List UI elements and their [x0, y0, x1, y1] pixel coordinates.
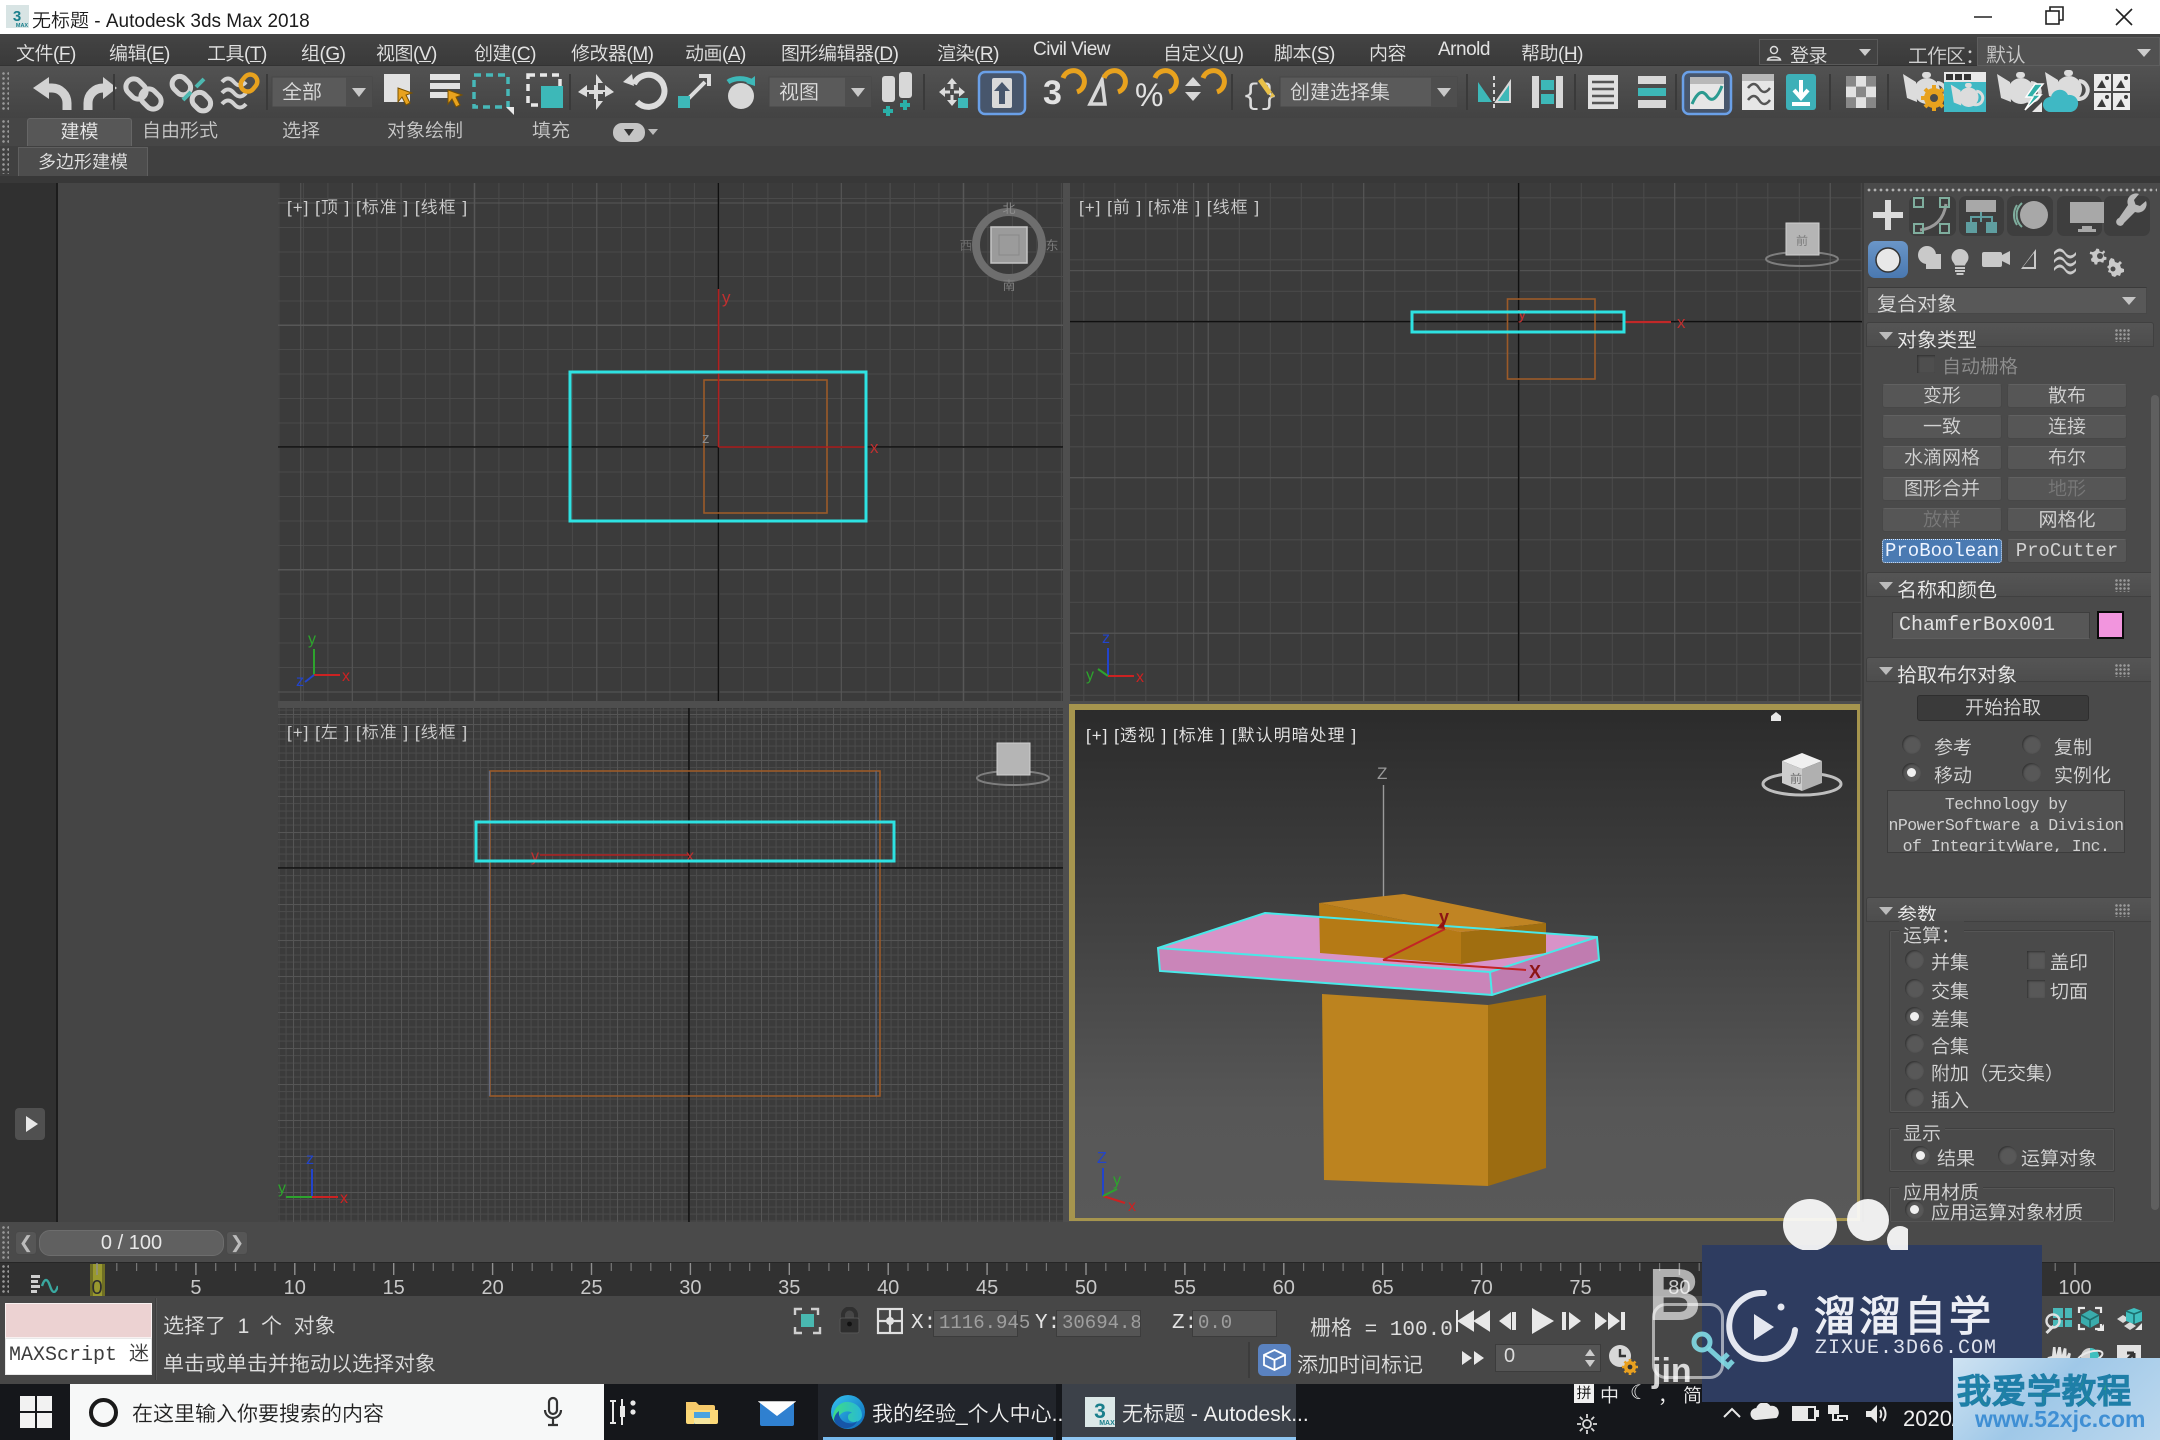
svg-text:y: y [1086, 667, 1094, 684]
svg-text:5: 5 [190, 1277, 201, 1297]
svg-text:40: 40 [877, 1277, 899, 1297]
svg-text:15: 15 [383, 1277, 405, 1297]
svg-text:25: 25 [580, 1277, 602, 1297]
svg-text:z: z [306, 1151, 314, 1168]
svg-text:65: 65 [1372, 1277, 1394, 1297]
svg-text:东: 东 [1045, 238, 1058, 253]
svg-text:x: x [1677, 313, 1686, 332]
svg-text:MAX: MAX [1099, 1420, 1115, 1427]
svg-text:南: 南 [1002, 278, 1015, 293]
svg-text:北: 北 [1002, 201, 1015, 216]
svg-text:x: x [342, 668, 350, 685]
svg-text:z: z [702, 430, 710, 447]
svg-text:{}: {} [1242, 80, 1278, 114]
svg-text:y: y [722, 288, 731, 307]
svg-text:3: 3 [1043, 74, 1062, 112]
svg-text:x: x [870, 438, 879, 457]
svg-text:X: X [1529, 962, 1541, 982]
svg-text:MAX: MAX [16, 23, 29, 28]
svg-text:60: 60 [1273, 1277, 1295, 1297]
svg-text:x: x [340, 1190, 348, 1207]
svg-text:y: y [1113, 1172, 1121, 1189]
svg-text:30: 30 [679, 1277, 701, 1297]
svg-text:Z: Z [1097, 1150, 1107, 1167]
svg-text:x: x [1136, 669, 1144, 686]
svg-text:z: z [296, 673, 304, 690]
svg-text:x: x [1128, 1198, 1136, 1215]
svg-text:100: 100 [2058, 1277, 2091, 1297]
svg-text:35: 35 [778, 1277, 800, 1297]
svg-text:y: y [1439, 907, 1449, 927]
svg-text:45: 45 [976, 1277, 998, 1297]
svg-text:视图: 视图 [779, 76, 819, 105]
svg-text:50: 50 [1075, 1277, 1097, 1297]
svg-text:z: z [1102, 630, 1110, 647]
svg-text:创建选择集: 创建选择集 [1290, 76, 1390, 105]
svg-text:10: 10 [284, 1277, 306, 1297]
svg-text:前: 前 [1790, 772, 1802, 786]
svg-text:y: y [308, 631, 316, 648]
svg-text:Z: Z [1377, 764, 1387, 783]
svg-text:y: y [278, 1180, 286, 1197]
svg-text:55: 55 [1174, 1277, 1196, 1297]
svg-text:20: 20 [481, 1277, 503, 1297]
svg-text:%: % [1135, 77, 1163, 113]
svg-text:前: 前 [1796, 234, 1808, 248]
svg-text:70: 70 [1470, 1277, 1492, 1297]
svg-text:0: 0 [91, 1277, 102, 1297]
svg-text:西: 西 [959, 238, 972, 253]
svg-text:75: 75 [1569, 1277, 1591, 1297]
svg-text:全部: 全部 [282, 76, 322, 105]
